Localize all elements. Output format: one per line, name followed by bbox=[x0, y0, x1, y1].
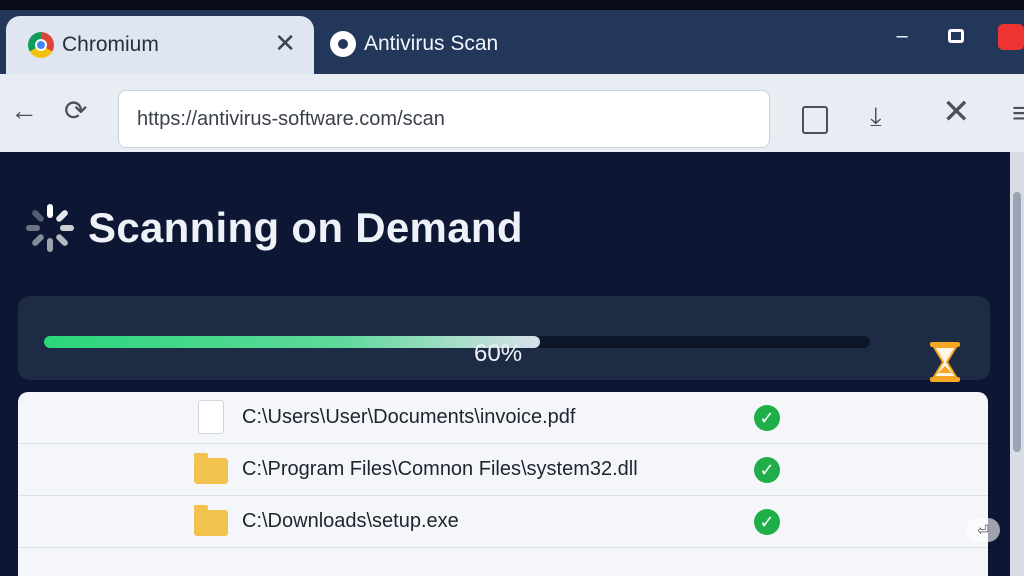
reload-icon[interactable]: ⟳ bbox=[64, 96, 87, 126]
check-icon: ✓ bbox=[754, 404, 780, 431]
maximize-button[interactable] bbox=[944, 24, 968, 48]
address-bar[interactable]: https://antivirus-software.com/scan bbox=[118, 90, 770, 148]
minimize-button[interactable]: – bbox=[890, 24, 914, 48]
scrollbar-thumb[interactable] bbox=[1013, 192, 1021, 452]
list-item[interactable]: C:\Program Files\Comnon Files\system32.d… bbox=[18, 444, 988, 496]
list-item[interactable]: C:\Downloads\setup.exe ✓ bbox=[18, 496, 988, 548]
overlay-badge-icon: ⏎ bbox=[966, 518, 1000, 542]
menu-icon[interactable]: ≡ bbox=[1012, 99, 1024, 129]
maximize-icon bbox=[948, 29, 964, 43]
tab-chromium[interactable]: Chromium ✕ bbox=[6, 16, 314, 74]
file-path: C:\Program Files\Comnon Files\system32.d… bbox=[242, 458, 638, 480]
file-path: C:\Downloads\setup.exe bbox=[242, 510, 459, 532]
progress-fill bbox=[44, 336, 540, 348]
chromium-logo-icon bbox=[28, 32, 54, 58]
page-title: Scanning on Demand bbox=[88, 204, 523, 251]
download-icon[interactable]: ⤓ bbox=[870, 102, 882, 130]
check-icon: ✓ bbox=[754, 508, 780, 535]
antivirus-logo-icon bbox=[330, 31, 356, 57]
file-path: C:\Users\User\Documents\invoice.pdf bbox=[242, 406, 576, 428]
back-icon[interactable]: ← bbox=[10, 96, 38, 126]
stop-icon[interactable]: ✕ bbox=[942, 95, 971, 129]
browser-titlebar: Chromium ✕ Antivirus Scan – bbox=[0, 10, 1024, 74]
spinner-icon bbox=[26, 204, 74, 252]
document-icon bbox=[198, 400, 224, 434]
check-icon: ✓ bbox=[754, 456, 780, 483]
page-heading: Scanning on Demand bbox=[26, 204, 523, 252]
url-text: https://antivirus-software.com/scan bbox=[137, 107, 445, 130]
share-icon[interactable] bbox=[802, 106, 828, 134]
folder-icon bbox=[194, 505, 228, 536]
tab-label: Antivirus Scan bbox=[364, 32, 499, 55]
progress-bar bbox=[44, 336, 870, 348]
browser-toolbar: ← ⟳ https://antivirus-software.com/scan … bbox=[0, 74, 1024, 152]
scan-page: Scanning on Demand 60% C:\Users\User\Doc… bbox=[0, 152, 1010, 576]
hourglass-icon bbox=[930, 342, 960, 382]
progress-panel: 60% bbox=[18, 296, 990, 382]
progress-percent: 60% bbox=[474, 340, 523, 367]
tab-label: Chromium bbox=[62, 33, 159, 56]
folder-icon bbox=[194, 453, 228, 484]
scrollbar[interactable] bbox=[1010, 152, 1024, 576]
tab-antivirus-scan[interactable]: Antivirus Scan bbox=[330, 20, 498, 68]
close-icon[interactable]: ✕ bbox=[274, 28, 296, 58]
list-item[interactable]: C:\Users\User\Documents\invoice.pdf ✓ bbox=[18, 392, 988, 444]
window-close-button[interactable] bbox=[998, 24, 1024, 50]
scanned-files-list: C:\Users\User\Documents\invoice.pdf ✓ C:… bbox=[18, 392, 988, 576]
